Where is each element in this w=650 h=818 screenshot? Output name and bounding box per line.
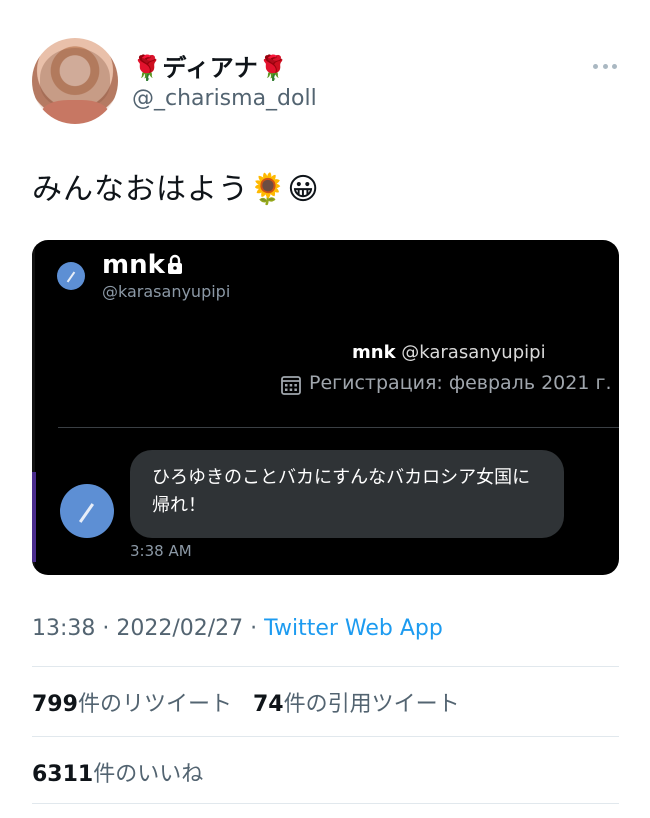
quotes-stat[interactable]: 74件の引用ツイート [253,692,460,717]
tweet-timestamp[interactable]: 13:38 · 2022/02/27 · [32,616,264,641]
divider-middle [32,736,619,737]
embed-name: mnk [102,250,165,280]
embed-handle: @karasanyupipi [102,282,231,301]
tweet-media-image[interactable]: mnk @karasanyupipi mnk @karasanyupipi Ре… [32,240,619,575]
embed-registration: Регистрация: февраль 2021 г. [309,372,612,394]
tweet-text: みんなおはよう🌻😀 [32,172,320,207]
embed-profile-name: mnk [352,342,396,363]
retweets-label: 件のリツイート [77,692,232,717]
calendar-icon [281,376,301,395]
author-avatar[interactable] [32,38,118,124]
divider-bottom [32,803,619,804]
embed-divider [58,427,619,428]
likes-count: 6311 [32,762,94,787]
stats-row-1: 799件のリツイート 74件の引用ツイート [32,686,460,718]
lock-icon [168,254,182,274]
author-username[interactable]: @_charisma_doll [132,86,317,111]
embed-profile-line: mnk @karasanyupipi [352,342,546,363]
quotes-count: 74 [252,692,284,717]
embed-profile-handle: @karasanyupipi [395,342,546,363]
divider-top [32,666,619,667]
more-dots-icon[interactable] [593,64,617,70]
source-app-link[interactable]: Twitter Web App [264,616,443,641]
embed-avatar-small [57,262,85,290]
retweets-count: 799 [32,692,78,717]
likes-stat[interactable]: 6311件のいいね [32,762,203,787]
retweets-stat[interactable]: 799件のリツイート [32,692,232,717]
message-time: 3:38 AM [130,542,192,560]
avatar-hair [40,48,110,108]
avatar-shirt [42,100,108,124]
author-display-name[interactable]: 🌹ディアナ🌹 [132,48,289,83]
embed-avatar-large [60,484,114,538]
stats-row-2: 6311件のいいね [32,756,203,788]
quotes-label: 件の引用ツイート [283,692,460,717]
embed-purple-edge [32,472,36,562]
message-bubble: ひろゆきのことバカにすんなバカロシア女国に帰れ！ [130,450,564,538]
likes-label: 件のいいね [93,762,204,787]
tweet-meta: 13:38 · 2022/02/27 · Twitter Web App [32,616,443,641]
